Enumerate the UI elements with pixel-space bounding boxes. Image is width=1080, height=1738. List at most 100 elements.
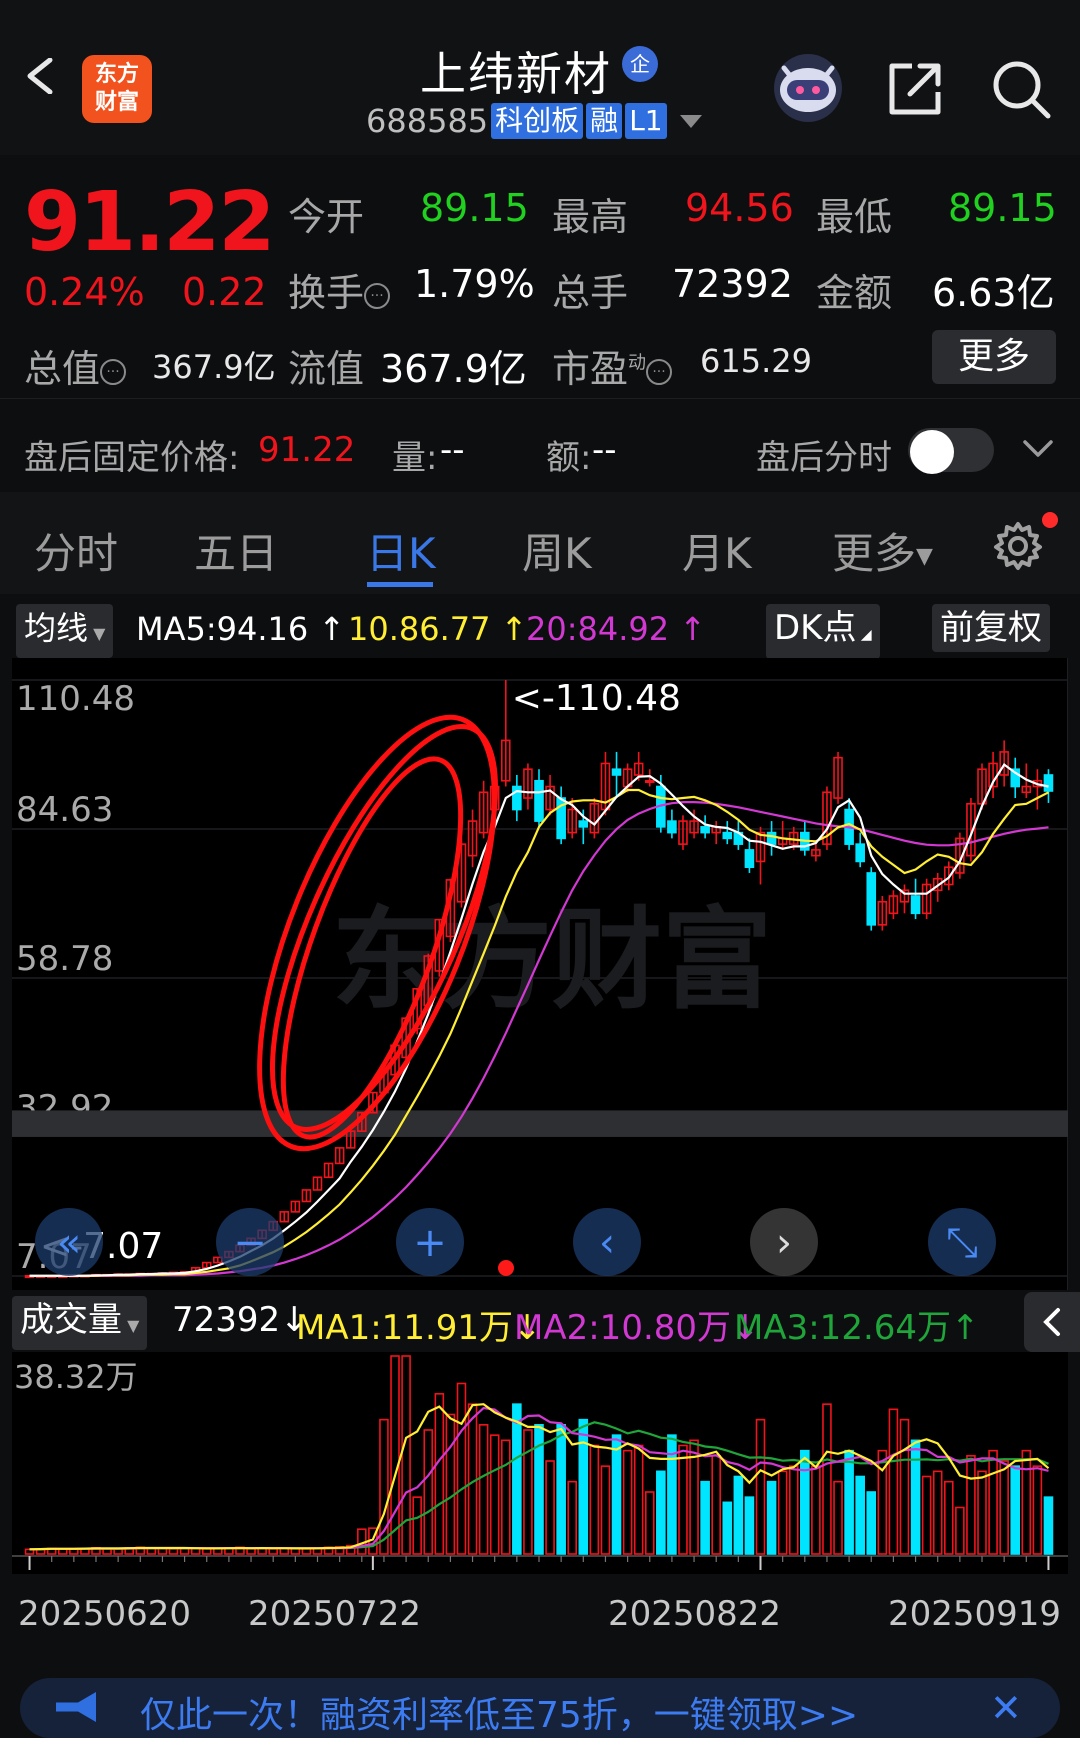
last-price: 91.22 bbox=[24, 175, 275, 270]
margin-tag: 融 bbox=[586, 103, 623, 139]
volume-bar bbox=[766, 1480, 777, 1555]
dropdown-arrow-icon: ▼ bbox=[122, 1316, 140, 1335]
watermark-text: 东方财富 bbox=[332, 896, 772, 1024]
candle-body bbox=[611, 768, 622, 776]
candle-body bbox=[512, 785, 522, 811]
button-glyph: + bbox=[413, 1220, 447, 1266]
float-value-value: 367.9亿 bbox=[380, 347, 527, 391]
vol-ma1-legend: MA1:11.91万↓ bbox=[296, 1308, 542, 1348]
scroll-far-left-button[interactable]: « bbox=[35, 1208, 103, 1276]
max-price-label: <-110.48 bbox=[512, 678, 681, 719]
volume-bar bbox=[1043, 1496, 1054, 1555]
back-arrow-icon[interactable] bbox=[22, 58, 58, 94]
candle-body bbox=[910, 895, 921, 915]
after-hours-volume-label: 量: bbox=[392, 438, 438, 478]
zoom-out-button[interactable]: − bbox=[216, 1208, 284, 1276]
gear-icon[interactable] bbox=[992, 520, 1044, 572]
candle-body bbox=[866, 872, 877, 926]
volume-bar bbox=[855, 1475, 865, 1555]
turnover-label-text: 换手 bbox=[288, 271, 365, 315]
y-tick-label: 58.78 bbox=[16, 939, 113, 979]
tab-five-day[interactable]: 五日 bbox=[194, 520, 278, 581]
candle-body bbox=[1043, 774, 1054, 792]
volume-bar bbox=[512, 1403, 522, 1555]
volume-value: 72392 bbox=[672, 262, 793, 306]
tab-intraday[interactable]: 分时 bbox=[34, 520, 118, 581]
close-icon[interactable]: ✕ bbox=[990, 1686, 1022, 1730]
dk-point-button[interactable]: DK点 ◢ bbox=[766, 604, 880, 659]
corner-triangle-icon: ◢ bbox=[856, 627, 872, 643]
adjust-mode-button[interactable]: 前复权 bbox=[932, 604, 1050, 652]
share-icon[interactable] bbox=[886, 58, 946, 118]
amount-value: 6.63亿 bbox=[932, 271, 1055, 315]
button-glyph: ⤡ bbox=[946, 1220, 978, 1266]
after-hours-amount: -- bbox=[592, 430, 617, 470]
total-value-label-text: 总值 bbox=[24, 347, 101, 391]
ma20-legend: 20:84.92 ↑ bbox=[526, 610, 707, 648]
collapse-panel-button[interactable] bbox=[1024, 1292, 1080, 1352]
y-tick-label: 110.48 bbox=[16, 679, 135, 719]
dropdown-arrow-icon: ▼ bbox=[916, 544, 933, 569]
candlestick-chart[interactable]: 110.4884.6358.7832.927.07东方财富<-110.48<-7… bbox=[12, 658, 1068, 1290]
pe-label-text: 市盈 bbox=[552, 347, 629, 391]
date-tick-label: 20250620 bbox=[18, 1594, 192, 1634]
change-percent: 0.24% bbox=[24, 270, 145, 314]
search-icon[interactable] bbox=[990, 58, 1052, 120]
active-tab-indicator bbox=[367, 582, 433, 587]
more-button[interactable]: 更多 bbox=[932, 330, 1056, 384]
candle-body bbox=[700, 826, 710, 834]
high-value: 94.56 bbox=[685, 186, 794, 230]
assistant-robot-icon[interactable] bbox=[770, 50, 846, 122]
fullscreen-button[interactable]: ⤡ bbox=[928, 1208, 996, 1276]
info-icon: ··· bbox=[100, 358, 127, 385]
chevron-down-icon[interactable] bbox=[1022, 438, 1054, 460]
zoom-in-button[interactable]: + bbox=[396, 1208, 464, 1276]
vol-ma3-legend: MA3:12.64万↑ bbox=[734, 1308, 980, 1348]
pe-label[interactable]: 市盈动 ··· bbox=[552, 338, 673, 393]
pe-value: 615.29 bbox=[700, 342, 812, 380]
volume-value-text: 72392 bbox=[172, 1300, 281, 1340]
date-tick-label: 20250822 bbox=[608, 1594, 782, 1634]
volume-bar bbox=[1010, 1465, 1021, 1555]
stock-name: 上纬新材 bbox=[420, 47, 612, 101]
amount-label: 金额 bbox=[816, 271, 893, 315]
volume-chart[interactable]: 38.32万 bbox=[12, 1352, 1068, 1574]
tab-weekly-k[interactable]: 周K bbox=[522, 520, 592, 581]
float-value-label: 流值 bbox=[288, 347, 365, 391]
ma10-legend-text: 10.86.77 bbox=[348, 610, 491, 648]
volume-selector[interactable]: 成交量 ▼ bbox=[12, 1296, 148, 1350]
logo-text: 财富 bbox=[94, 90, 139, 115]
after-hours-volume: -- bbox=[440, 430, 465, 470]
scroll-left-button[interactable]: ‹ bbox=[573, 1208, 641, 1276]
turnover-label[interactable]: 换手 ··· bbox=[288, 262, 391, 317]
button-glyph: − bbox=[233, 1220, 267, 1266]
app-logo[interactable]: 东方 财富 bbox=[82, 55, 152, 123]
tab-daily-k[interactable]: 日K bbox=[366, 520, 436, 581]
candle-body bbox=[855, 843, 865, 863]
scroll-right-button[interactable]: › bbox=[750, 1208, 818, 1276]
indicator-selector[interactable]: 均线 ▼ bbox=[16, 604, 114, 658]
high-label: 最高 bbox=[552, 195, 629, 239]
toggle-knob bbox=[910, 430, 954, 474]
volume-bar bbox=[744, 1496, 755, 1555]
tab-monthly-k[interactable]: 月K bbox=[682, 520, 752, 581]
tab-more[interactable]: 更多▼ bbox=[832, 520, 933, 581]
total-value-label[interactable]: 总值 ··· bbox=[24, 338, 127, 393]
after-hours-amount-label: 额: bbox=[546, 438, 592, 478]
ma5-legend-text: MA5:94.16 bbox=[136, 610, 309, 648]
button-glyph: › bbox=[776, 1220, 792, 1266]
date-tick-label: 20250722 bbox=[248, 1594, 422, 1634]
ma20-legend-text: 20:84.92 bbox=[526, 610, 670, 648]
candle-body bbox=[534, 779, 544, 822]
promo-text: 仅此一次！融资利率低至75折，一键领取>> bbox=[140, 1695, 859, 1736]
ma10-legend: 10.86.77 ↑ bbox=[348, 610, 528, 648]
low-label: 最低 bbox=[816, 195, 893, 239]
after-hours-price: 91.22 bbox=[258, 430, 356, 470]
stock-code-row[interactable]: 688585 科创板 融 L1 bbox=[366, 102, 702, 140]
dropdown-arrow-icon bbox=[679, 114, 702, 128]
info-icon: ··· bbox=[364, 282, 391, 309]
volume-bar bbox=[844, 1449, 854, 1555]
candle bbox=[866, 867, 877, 931]
volume-bar bbox=[800, 1449, 810, 1555]
open-label: 今开 bbox=[288, 195, 365, 239]
